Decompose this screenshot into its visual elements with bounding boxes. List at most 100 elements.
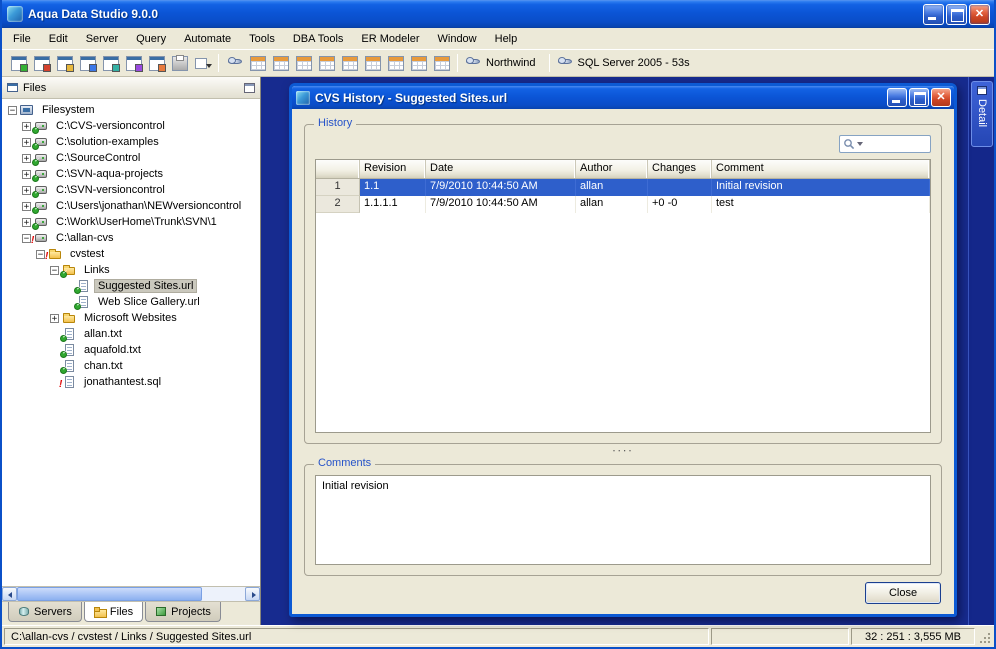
column-header-comment[interactable]: Comment	[712, 160, 930, 178]
menu-dba-tools[interactable]: DBA Tools	[284, 30, 353, 48]
menu-help[interactable]: Help	[486, 30, 527, 48]
connect-server-icon-button[interactable]	[7, 52, 30, 74]
table-grid-icon-4-button[interactable]	[315, 52, 338, 74]
tree-item-c-svn-aqua-projects[interactable]: C:\SVN-aqua-projects	[2, 166, 260, 182]
tree-item-suggested-sites-url[interactable]: Suggested Sites.url	[2, 278, 260, 294]
tree-item-microsoft-websites[interactable]: Microsoft Websites	[2, 310, 260, 326]
history-table-row[interactable]: 1 1.1 7/9/2010 10:44:50 AM allan Initial rev…	[316, 179, 930, 196]
table-grid-icon-5-button[interactable]	[338, 52, 361, 74]
query-analyzer-icon-button[interactable]	[76, 52, 99, 74]
resize-grip[interactable]	[977, 628, 992, 645]
status-memory[interactable]: 32 : 251 : 3,555 MB	[851, 628, 975, 645]
schema-browser-icon-button[interactable]	[53, 52, 76, 74]
tree-item-cvstest[interactable]: cvstest	[2, 246, 260, 262]
scroll-left-button[interactable]	[2, 587, 17, 601]
procedure-editor-icon-button[interactable]	[145, 52, 168, 74]
db-tool-icon-button[interactable]	[223, 52, 246, 74]
tree-expander-plus-icon[interactable]	[22, 217, 31, 227]
tree-item-c-solution-examples[interactable]: C:\solution-examples	[2, 134, 260, 150]
toolbar-context-label: SQL Server 2005 - 53s	[577, 57, 690, 69]
tab-detail[interactable]: Detail	[971, 81, 993, 147]
maximize-button[interactable]	[946, 3, 967, 25]
window-title: Aqua Data Studio 9.0.0	[28, 7, 159, 21]
table-grid-icon-8-button[interactable]	[407, 52, 430, 74]
history-table-row[interactable]: 2 1.1.1.1 7/9/2010 10:44:50 AM allan +0 -0 te…	[316, 196, 930, 213]
tree-expander-minus-icon[interactable]	[50, 265, 59, 275]
title-bar[interactable]: Aqua Data Studio 9.0.0	[2, 0, 994, 28]
tree-item-c-cvs-versioncontrol[interactable]: C:\CVS-versioncontrol	[2, 118, 260, 134]
tree-expander-plus-icon[interactable]	[50, 313, 59, 323]
options-dropdown-icon-button[interactable]	[191, 52, 214, 74]
tree-item-c-sourcecontrol[interactable]: C:\SourceControl	[2, 150, 260, 166]
table-grid-icon-3-button[interactable]	[292, 52, 315, 74]
drive-icon	[32, 151, 50, 166]
menu-tools[interactable]: Tools	[240, 30, 284, 48]
undock-panel-icon[interactable]	[244, 82, 255, 93]
dialog-title-bar[interactable]: CVS History - Suggested Sites.url	[292, 86, 954, 109]
export-tool-icon-button[interactable]	[122, 52, 145, 74]
history-comments-splitter[interactable]	[304, 444, 942, 457]
tree-expander-plus-icon[interactable]	[22, 185, 31, 195]
column-header-author[interactable]: Author	[576, 160, 648, 178]
tree-item-allan-txt[interactable]: allan.txt	[2, 326, 260, 342]
dialog-close-button[interactable]	[931, 88, 951, 107]
table-grid-icon-6-button[interactable]	[361, 52, 384, 74]
menu-window[interactable]: Window	[429, 30, 486, 48]
scrollbar-track[interactable]	[202, 587, 245, 601]
register-server-icon-button[interactable]	[30, 52, 53, 74]
menu-file[interactable]: File	[4, 30, 40, 48]
toolbar-context-sql-server-2005-53s[interactable]: SQL Server 2005 - 53s	[554, 56, 699, 71]
table-grid-icon-9-button[interactable]	[430, 52, 453, 74]
toolbar-context-northwind[interactable]: Northwind	[462, 56, 545, 71]
table-grid-icon-2-button[interactable]	[269, 52, 292, 74]
comments-text-area[interactable]: Initial revision	[315, 475, 931, 565]
scroll-right-button[interactable]	[245, 587, 260, 601]
tree-item-filesystem[interactable]: Filesystem	[2, 102, 260, 118]
import-tool-icon-button[interactable]	[99, 52, 122, 74]
history-search-box[interactable]	[839, 135, 931, 153]
tree-horizontal-scrollbar[interactable]	[2, 587, 260, 602]
menu-query[interactable]: Query	[127, 30, 175, 48]
dialog-close-action-button[interactable]: Close	[865, 582, 941, 604]
tree-item-c-svn-versioncontrol[interactable]: C:\SVN-versioncontrol	[2, 182, 260, 198]
menu-er-modeler[interactable]: ER Modeler	[352, 30, 428, 48]
menu-edit[interactable]: Edit	[40, 30, 77, 48]
dialog-maximize-button[interactable]	[909, 88, 929, 107]
tree-expander-minus-icon[interactable]	[8, 105, 17, 115]
column-header-date[interactable]: Date	[426, 160, 576, 178]
table-grid-icon-7-button[interactable]	[384, 52, 407, 74]
tab-files[interactable]: Files	[83, 602, 144, 622]
table-grid-icon-1-button[interactable]	[246, 52, 269, 74]
minimize-button[interactable]	[923, 3, 944, 25]
scrollbar-thumb[interactable]	[17, 587, 202, 601]
history-search-input[interactable]	[865, 137, 927, 151]
close-button[interactable]	[969, 3, 990, 25]
tree-item-aquafold-txt[interactable]: aquafold.txt	[2, 342, 260, 358]
tree-expander-plus-icon[interactable]	[22, 153, 31, 163]
print-icon-button[interactable]	[168, 52, 191, 74]
column-header-rownum[interactable]	[316, 160, 360, 178]
tab-projects[interactable]: Projects	[145, 602, 221, 622]
menu-server[interactable]: Server	[77, 30, 127, 48]
column-header-revision[interactable]: Revision	[360, 160, 426, 178]
tree-expander-plus-icon[interactable]	[22, 201, 31, 211]
tree-item-links[interactable]: Links	[2, 262, 260, 278]
tree-item-c-users-jonathan-newversioncontrol[interactable]: C:\Users\jonathan\NEWversioncontrol	[2, 198, 260, 214]
tab-servers[interactable]: Servers	[8, 602, 82, 622]
tree-expander-minus-icon[interactable]	[36, 249, 45, 259]
tree-item-web-slice-gallery-url[interactable]: Web Slice Gallery.url	[2, 294, 260, 310]
tree-expander-plus-icon[interactable]	[22, 121, 31, 131]
tree-item-c-work-userhome-trunk-svn-1[interactable]: C:\Work\UserHome\Trunk\SVN\1	[2, 214, 260, 230]
tree-expander-minus-icon[interactable]	[22, 233, 31, 243]
tree-item-chan-txt[interactable]: chan.txt	[2, 358, 260, 374]
tree-expander-plus-icon[interactable]	[22, 137, 31, 147]
query-analyzer-icon	[79, 55, 97, 72]
tree-item-jonathantest-sql[interactable]: jonathantest.sql	[2, 374, 260, 390]
tree-item-c-allan-cvs[interactable]: C:\allan-cvs	[2, 230, 260, 246]
dialog-minimize-button[interactable]	[887, 88, 907, 107]
status-blank-cell	[711, 628, 849, 645]
column-header-changes[interactable]: Changes	[648, 160, 712, 178]
tree-expander-plus-icon[interactable]	[22, 169, 31, 179]
menu-automate[interactable]: Automate	[175, 30, 240, 48]
search-options-caret-icon[interactable]	[857, 142, 863, 146]
